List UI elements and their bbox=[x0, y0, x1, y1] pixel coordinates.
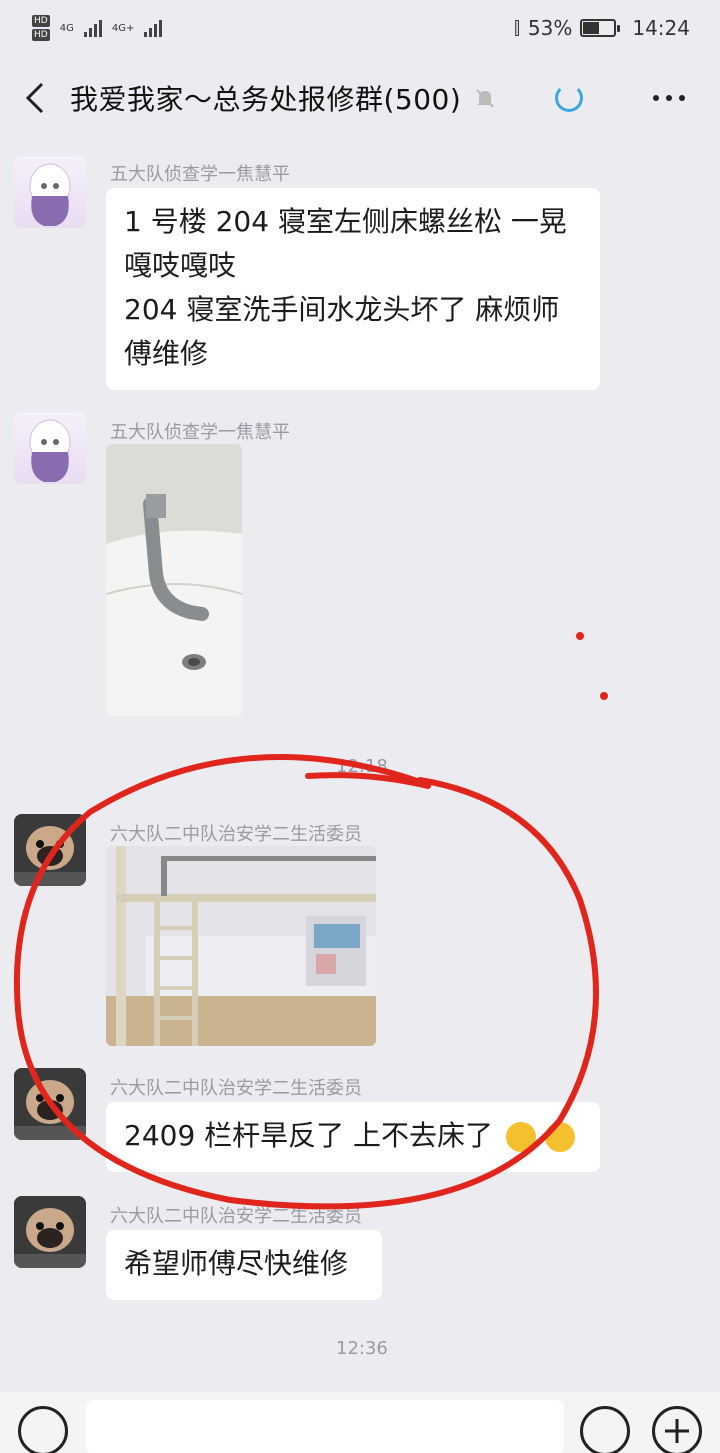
message-line: 204 寝室洗手间水龙头坏了 麻烦师 bbox=[124, 293, 560, 326]
more-button[interactable] bbox=[645, 80, 693, 116]
message-bubble[interactable]: 1 号楼 204 寝室左侧床螺丝松 一晃 嘎吱嘎吱 204 寝室洗手间水龙头坏了… bbox=[106, 188, 600, 390]
message-bubble[interactable]: 2409 栏杆旱反了 上不去床了 bbox=[106, 1102, 600, 1172]
message-line: 嘎吱嘎吱 bbox=[124, 249, 237, 282]
sender-name: 六大队二中队治安学二生活委员 bbox=[110, 1078, 362, 1099]
sender-name: 五大队侦查学一焦慧平 bbox=[110, 164, 290, 185]
loading-spinner-icon bbox=[555, 84, 583, 112]
battery-percent: 53% bbox=[527, 16, 573, 40]
message-text: 希望师傅尽快维修 bbox=[124, 1247, 349, 1280]
input-bar bbox=[0, 1392, 720, 1453]
sink-faucet-photo[interactable] bbox=[106, 444, 242, 716]
back-button[interactable] bbox=[0, 60, 70, 136]
sender-name: 五大队侦查学一焦慧平 bbox=[110, 422, 290, 443]
hd-badges: HD HD bbox=[32, 15, 50, 41]
bunk-bed-photo[interactable] bbox=[106, 846, 376, 1046]
message-bubble[interactable]: 希望师傅尽快维修 bbox=[106, 1230, 382, 1300]
emoji-icon[interactable] bbox=[580, 1406, 630, 1453]
laugh-cry-emoji-icon bbox=[505, 1122, 536, 1152]
message-line: 1 号楼 204 寝室左侧床螺丝松 一晃 bbox=[124, 205, 567, 238]
signal-icon bbox=[83, 19, 102, 37]
avatar[interactable] bbox=[14, 1068, 86, 1140]
chat-title: 我爱我家～总务处报修群(500) bbox=[70, 83, 462, 116]
message-line: 傅维修 bbox=[124, 337, 209, 370]
network-type-2: 4G+ bbox=[111, 22, 135, 34]
vibrate-icon: ⫿ bbox=[514, 17, 520, 39]
timestamp: 12:36 bbox=[336, 1338, 388, 1359]
avatar[interactable] bbox=[14, 814, 86, 886]
voice-icon[interactable] bbox=[18, 1406, 68, 1453]
avatar[interactable] bbox=[14, 412, 86, 484]
timestamp: 12:18 bbox=[336, 756, 388, 777]
sender-name: 六大队二中队治安学二生活委员 bbox=[110, 824, 362, 845]
signal-icon-2 bbox=[144, 19, 163, 37]
plus-icon[interactable] bbox=[652, 1406, 702, 1453]
network-type-1: 4G bbox=[59, 22, 74, 34]
clock: 14:24 bbox=[632, 16, 690, 40]
status-right: ⫿ 53% 14:24 bbox=[514, 16, 690, 40]
chat-header: 我爱我家～总务处报修群(500) bbox=[0, 60, 720, 136]
network-indicators: HD HD 4G 4G+ bbox=[32, 15, 163, 41]
message-text: 2409 栏杆旱反了 上不去床了 bbox=[124, 1119, 494, 1152]
battery-icon bbox=[580, 19, 621, 37]
battery-fill bbox=[583, 22, 600, 34]
status-bar: HD HD 4G 4G+ ⫿ 53% 14:24 bbox=[0, 0, 720, 56]
message-input[interactable] bbox=[86, 1400, 564, 1453]
avatar[interactable] bbox=[14, 1196, 86, 1268]
sender-name: 六大队二中队治安学二生活委员 bbox=[110, 1206, 362, 1227]
chevron-left-icon bbox=[25, 82, 44, 114]
laugh-cry-emoji-icon bbox=[544, 1122, 575, 1152]
muted-bell-icon bbox=[476, 89, 495, 108]
avatar[interactable] bbox=[14, 156, 86, 228]
